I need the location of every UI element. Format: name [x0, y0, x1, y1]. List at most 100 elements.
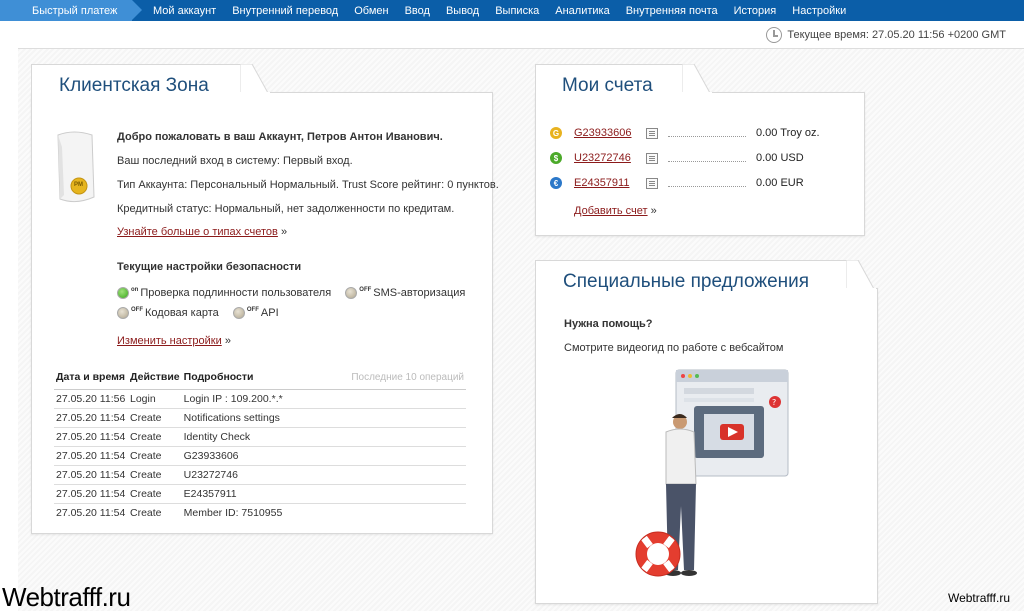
svg-text:?: ? [772, 398, 776, 407]
change-settings-link[interactable]: Изменить настройки [117, 335, 222, 347]
toggle-state: OFF [131, 307, 143, 313]
table-row: 27.05.20 11:56 Login Login IP : 109.200.*.… [54, 389, 466, 409]
cell-date: 27.05.20 11:54 [54, 465, 128, 485]
table-row: 27.05.20 11:54 Create Notifications settin… [54, 408, 466, 428]
help-title: Нужна помощь? [564, 318, 653, 330]
toggle-off-icon[interactable] [232, 307, 245, 320]
arrow: » [224, 335, 231, 347]
toggle-off-icon[interactable] [345, 287, 358, 300]
table-row: 27.05.20 11:54 Create Member ID: 7510955 [54, 503, 466, 522]
dotted-leader [668, 129, 746, 137]
top-nav: Быстрый платеж Мой аккаунт Внутренний пе… [0, 0, 1024, 21]
nav-statement[interactable]: Выписка [495, 5, 539, 17]
add-account-row: Добавить счет » [574, 205, 657, 217]
gold-coin-icon: G [550, 127, 562, 139]
cell-action: Create [128, 465, 182, 485]
col-details: Подробности [181, 370, 292, 390]
account-card-icon [57, 131, 95, 203]
toggle-on-icon[interactable] [117, 287, 129, 300]
credit-status-text: Кредитный статус: Нормальный, нет задолж… [117, 203, 455, 215]
current-time-text: Текущее время: 27.05.20 11:56 +0200 GMT [787, 29, 1006, 41]
account-row: € E24357911 0.00 EUR [550, 177, 804, 189]
account-amount: 0.00 USD [756, 152, 804, 164]
tab-corner [682, 64, 712, 94]
cell-date: 27.05.20 11:54 [54, 484, 128, 504]
toggle-off-icon[interactable] [117, 307, 129, 320]
arrow: » [650, 205, 657, 217]
cell-details: Login IP : 109.200.*.* [181, 389, 466, 409]
account-link-usd[interactable]: U23272746 [574, 152, 634, 164]
cell-details: Identity Check [181, 427, 466, 447]
account-link-eur[interactable]: E24357911 [574, 177, 634, 189]
cell-action: Create [128, 446, 182, 466]
offers-title: Специальные предложения [563, 271, 810, 292]
table-row: 27.05.20 11:54 Create G23933606 [54, 446, 466, 466]
learn-more-link[interactable]: Узнайте больше о типах счетов [117, 226, 278, 238]
toggle-state: on [131, 287, 139, 293]
table-row: 27.05.20 11:54 Create Identity Check [54, 427, 466, 447]
video-guide-illustration[interactable]: ? [620, 366, 800, 588]
nav-my-account[interactable]: Мой аккаунт [153, 5, 216, 17]
nav-internal-mail[interactable]: Внутренняя почта [626, 5, 718, 17]
setting-api: API [260, 307, 279, 319]
statement-icon[interactable] [646, 152, 658, 164]
nav-deposit[interactable]: Ввод [405, 5, 430, 17]
welcome-text: Добро пожаловать в ваш Аккаунт, Петров А… [117, 131, 443, 143]
nav-items: Мой аккаунт Внутренний перевод Обмен Вво… [153, 5, 862, 17]
cell-date: 27.05.20 11:54 [54, 427, 128, 447]
cell-action: Login [128, 389, 182, 409]
quick-payment-button[interactable]: Быстрый платеж [0, 0, 142, 21]
toggle-state: OFF [246, 307, 259, 313]
eur-coin-icon: € [550, 177, 562, 189]
account-row: G G23933606 0.00 Troy oz. [550, 127, 820, 139]
nav-withdraw[interactable]: Вывод [446, 5, 479, 17]
arrow: » [280, 226, 288, 238]
cell-date: 27.05.20 11:56 [54, 389, 128, 409]
learn-more-row: Узнайте больше о типах счетов » [117, 226, 287, 238]
nav-history[interactable]: История [734, 5, 777, 17]
current-time: Текущее время: 27.05.20 11:56 +0200 GMT [766, 27, 1006, 43]
security-row-1: on Проверка подлинности пользователя OFF S… [117, 287, 466, 300]
security-row-2: OFF Кодовая карта OFF API [117, 307, 279, 320]
add-account-link[interactable]: Добавить счет [574, 205, 648, 217]
cell-details: E24357911 [181, 484, 466, 504]
statement-icon[interactable] [646, 127, 658, 139]
cell-action: Create [128, 484, 182, 504]
col-datetime: Дата и время [54, 370, 128, 390]
cell-details: G23933606 [181, 446, 466, 466]
help-text[interactable]: Смотрите видеогид по работе с вебсайтом [564, 342, 783, 354]
account-amount: 0.00 EUR [756, 177, 804, 189]
setting-identity-check: Проверка подлинности пользователя [140, 287, 332, 299]
watermark-left: Webtrafff.ru [2, 582, 131, 611]
cell-action: Create [128, 408, 182, 428]
table-row: 27.05.20 11:54 Create U23272746 [54, 465, 466, 485]
tab-corner [846, 260, 876, 290]
account-row: $ U23272746 0.00 USD [550, 152, 804, 164]
nav-internal-transfer[interactable]: Внутренний перевод [232, 5, 338, 17]
watermark-right: Webtrafff.ru [947, 591, 1010, 605]
clock-icon [766, 27, 783, 43]
cell-action: Create [128, 427, 182, 447]
nav-exchange[interactable]: Обмен [354, 5, 388, 17]
statement-icon[interactable] [646, 177, 658, 189]
nav-settings[interactable]: Настройки [792, 5, 846, 17]
account-type-text: Тип Аккаунта: Персональный Нормальный. T… [117, 179, 499, 191]
cell-date: 27.05.20 11:54 [54, 408, 128, 428]
setting-sms: SMS-авторизация [373, 287, 466, 299]
nav-analytics[interactable]: Аналитика [555, 5, 609, 17]
account-link-gold[interactable]: G23933606 [574, 127, 634, 139]
pm-badge: PM [74, 182, 83, 188]
table-row: 27.05.20 11:54 Create E24357911 [54, 484, 466, 504]
cell-details: Notifications settings [181, 408, 466, 428]
dotted-leader [668, 154, 746, 162]
tab-corner [240, 64, 270, 94]
account-amount: 0.00 Troy oz. [756, 127, 820, 139]
accounts-tab: Мои счета [535, 64, 683, 96]
accounts-title: Мои счета [562, 75, 653, 96]
offers-tab: Специальные предложения [535, 260, 847, 292]
setting-code-card: Кодовая карта [145, 307, 219, 319]
col-action: Действие [128, 370, 182, 390]
cell-action: Create [130, 506, 162, 519]
activity-log-table: Дата и время Действие Подробности Послед… [54, 370, 466, 522]
cell-details: Member ID: 7510955 [183, 506, 283, 519]
